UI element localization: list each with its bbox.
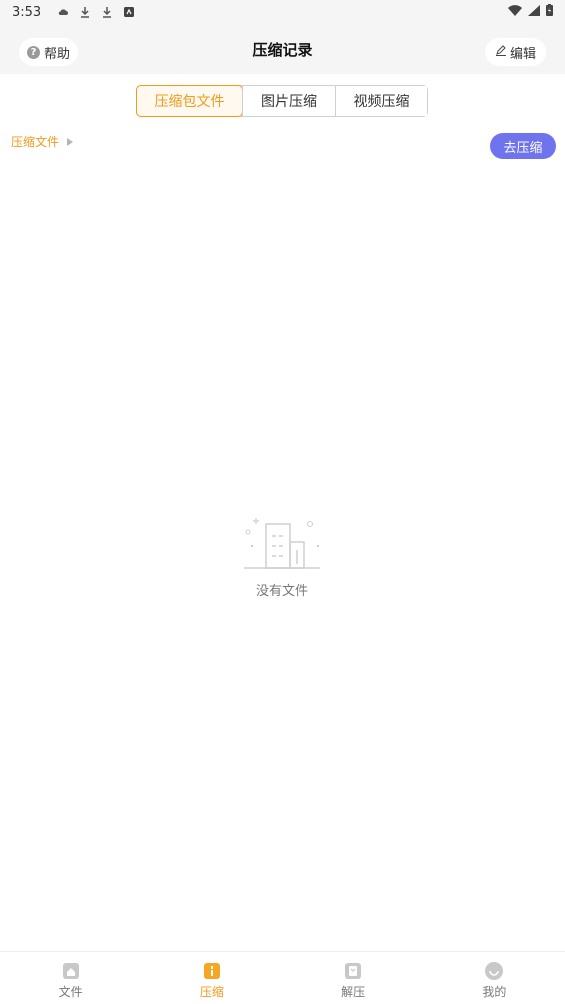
- extract-icon: [343, 961, 363, 981]
- go-compress-button[interactable]: 去压缩: [490, 133, 556, 159]
- nav-item-compress[interactable]: 压缩: [141, 952, 282, 1004]
- battery-icon: [546, 4, 553, 20]
- download-icon: [79, 6, 91, 18]
- nav-item-profile[interactable]: 我的: [424, 952, 565, 1004]
- edit-label: 编辑: [509, 46, 536, 62]
- help-button[interactable]: ? 帮助: [19, 38, 79, 66]
- empty-state-text: 没有文件: [255, 584, 308, 599]
- edit-button[interactable]: 编辑: [484, 38, 546, 66]
- status-right: [508, 4, 553, 20]
- tab-image-compress[interactable]: 图片压缩: [242, 86, 335, 116]
- empty-state: 没有文件: [232, 512, 332, 599]
- chevron-right-icon: [67, 137, 74, 146]
- status-bar: 3:53: [0, 0, 565, 24]
- help-label: 帮助: [44, 46, 71, 62]
- nav-item-files[interactable]: 文件: [0, 952, 141, 1004]
- empty-building-icon: [240, 518, 324, 576]
- tab-bar: 压缩包文件 图片压缩 视频压缩: [136, 85, 428, 117]
- page-title: 压缩记录: [252, 40, 313, 59]
- nav-item-extract[interactable]: 解压: [283, 952, 424, 1004]
- signal-icon: [528, 4, 540, 20]
- nav-label-files: 文件: [58, 984, 83, 999]
- nav-label-compress: 压缩: [199, 984, 224, 999]
- status-left: 3:53: [12, 5, 135, 20]
- app-notification-icon: [123, 6, 135, 18]
- download-icon: [101, 6, 113, 18]
- cloud-icon: [57, 6, 69, 18]
- home-icon: [61, 961, 81, 981]
- nav-label-extract: 解压: [341, 984, 366, 999]
- tab-video-compress[interactable]: 视频压缩: [335, 86, 427, 116]
- header: ? 帮助 压缩记录 编辑: [0, 24, 565, 74]
- wifi-icon: [508, 4, 522, 20]
- help-icon: ?: [27, 45, 40, 59]
- bottom-nav: 文件 压缩 解压 我的: [0, 951, 565, 1004]
- compress-icon: [202, 961, 222, 981]
- breadcrumb-label: 压缩文件: [11, 135, 60, 149]
- nav-label-profile: 我的: [482, 984, 507, 999]
- tab-archive-files[interactable]: 压缩包文件: [136, 85, 243, 117]
- breadcrumb[interactable]: 压缩文件: [11, 133, 74, 150]
- status-time: 3:53: [12, 4, 42, 20]
- pencil-icon: [495, 44, 507, 60]
- app-root: 3:53 ? 帮助 压缩记录 编辑 压缩包文件 图片压缩 视频压缩 压缩文件 去…: [0, 0, 565, 1004]
- profile-icon: [484, 961, 504, 981]
